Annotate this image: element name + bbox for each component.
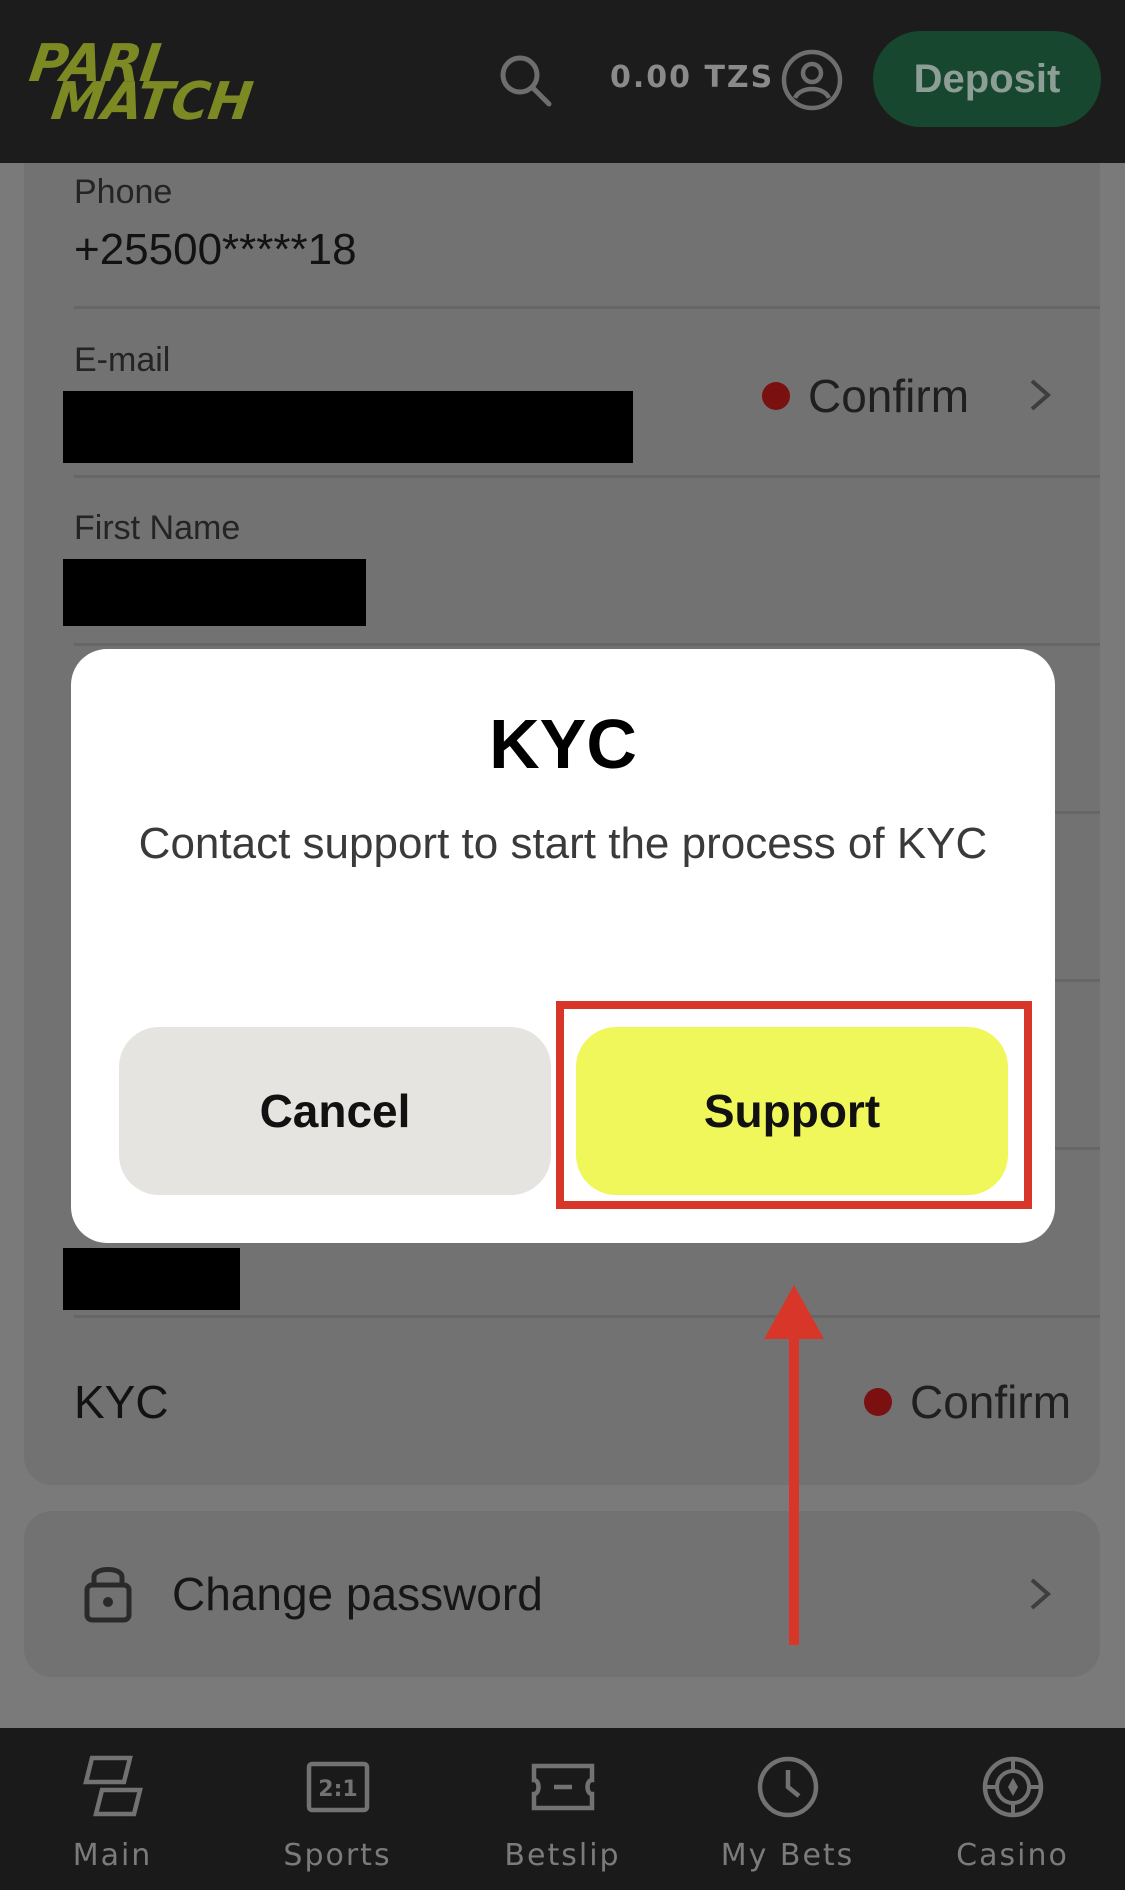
tab-my-bets-label: My Bets	[720, 1838, 855, 1873]
phone-label: Phone	[74, 173, 173, 211]
cancel-button[interactable]: Cancel	[119, 1027, 551, 1195]
arrow-up-icon	[764, 1285, 824, 1645]
casino-chip-icon	[982, 1756, 1044, 1818]
change-password-label: Change password	[172, 1568, 543, 1620]
main-icon	[83, 1755, 143, 1817]
logo-line-2: MATCH	[47, 72, 256, 132]
tab-sports-label: Sports	[283, 1838, 392, 1873]
redacted-first-name	[63, 559, 366, 626]
phone-value: +25500*****18	[74, 225, 357, 274]
deposit-button[interactable]: Deposit	[873, 31, 1101, 127]
status-dot	[762, 382, 790, 410]
support-highlight-box	[556, 1001, 1032, 1209]
tab-casino[interactable]: Casino	[900, 1728, 1125, 1890]
chevron-right-icon	[1030, 379, 1052, 411]
tab-main[interactable]: Main	[0, 1728, 225, 1890]
tab-main-label: Main	[72, 1838, 153, 1873]
redacted-field	[63, 1248, 240, 1310]
bottom-tab-bar: Main 2:1 Sports Betslip My Bets Casino	[0, 1728, 1125, 1890]
top-header: PARI MATCH 0.00 TZS Deposit	[0, 0, 1125, 163]
email-status-text: Confirm	[808, 370, 970, 422]
chevron-right-icon	[1030, 1578, 1052, 1610]
tab-casino-label: Casino	[956, 1838, 1069, 1873]
divider	[74, 306, 1100, 309]
kyc-status-text: Confirm	[910, 1376, 1072, 1428]
tab-sports[interactable]: 2:1 Sports	[225, 1728, 450, 1890]
divider	[74, 475, 1100, 478]
dialog-message: Contact support to start the process of …	[138, 819, 988, 868]
divider	[74, 643, 1100, 646]
sports-icon: 2:1	[306, 1761, 370, 1813]
kyc-confirm-status[interactable]: Confirm	[864, 1375, 1071, 1429]
divider	[74, 1315, 1100, 1318]
redacted-email	[63, 391, 633, 463]
first-name-label: First Name	[74, 509, 241, 547]
profile-icon[interactable]	[780, 48, 844, 112]
tab-betslip[interactable]: Betslip	[450, 1728, 675, 1890]
parimatch-logo[interactable]: PARI MATCH	[22, 34, 292, 132]
email-confirm-status[interactable]: Confirm	[762, 369, 969, 423]
balance-amount[interactable]: 0.00 TZS	[610, 60, 774, 95]
email-label: E-mail	[74, 341, 171, 379]
kyc-label: KYC	[74, 1376, 169, 1428]
tab-betslip-label: Betslip	[504, 1838, 621, 1873]
betslip-icon	[531, 1763, 595, 1811]
svg-text:2:1: 2:1	[318, 1777, 357, 1802]
status-dot	[864, 1388, 892, 1416]
clock-icon	[757, 1756, 819, 1818]
lock-icon	[84, 1567, 132, 1623]
search-icon[interactable]	[495, 50, 555, 110]
dialog-title: KYC	[489, 705, 637, 783]
tab-my-bets[interactable]: My Bets	[675, 1728, 900, 1890]
